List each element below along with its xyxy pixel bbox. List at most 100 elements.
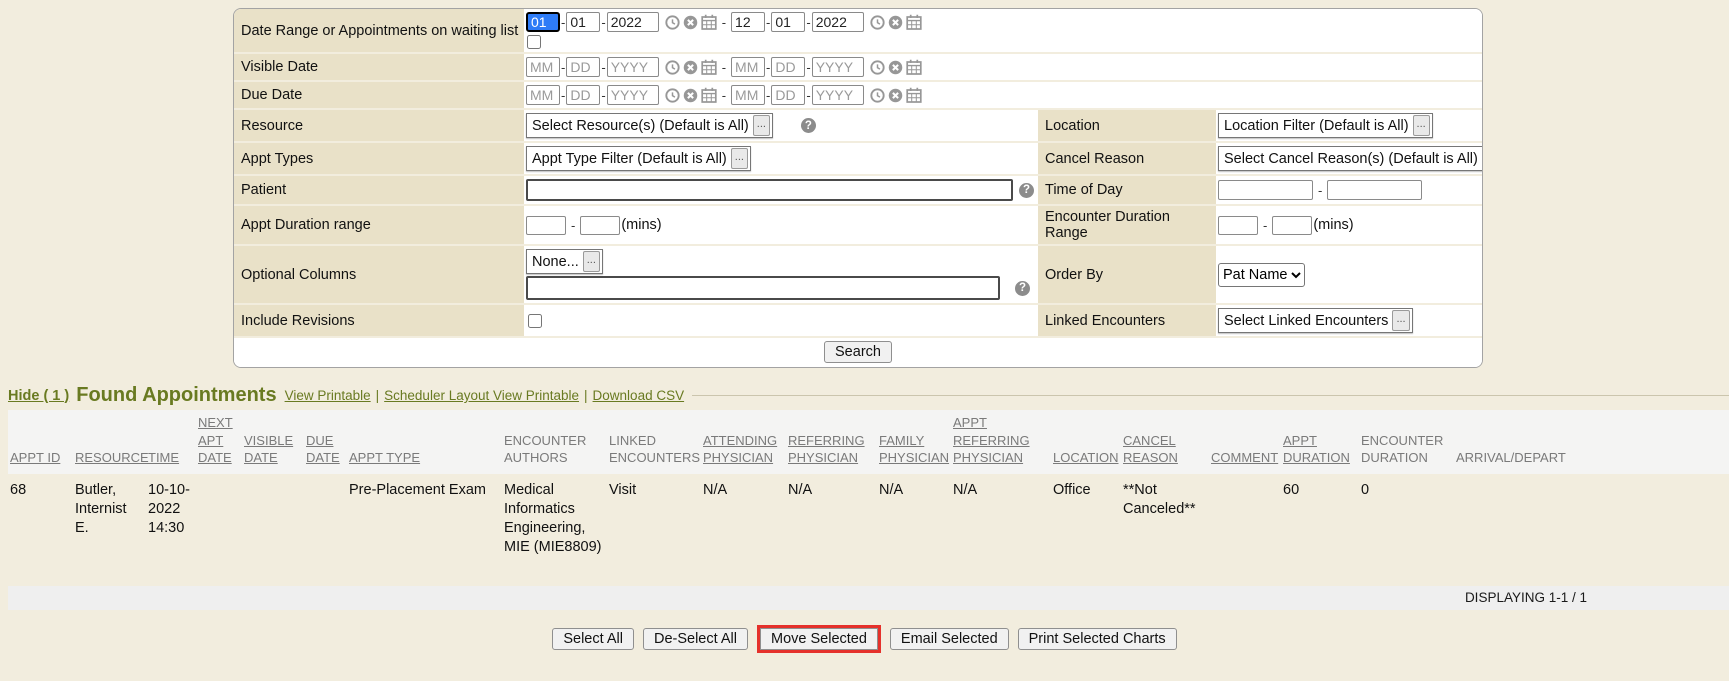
date-separator: -	[601, 15, 605, 30]
due-date-start-month-input[interactable]	[526, 85, 560, 105]
visible-date-end-month-input[interactable]	[731, 57, 765, 77]
order-by-label: Order By	[1038, 246, 1216, 303]
clear-icon[interactable]	[683, 15, 698, 30]
deselect-all-button[interactable]: De-Select All	[643, 628, 748, 650]
optional-columns-input[interactable]	[526, 276, 1000, 300]
table-row[interactable]: 68 Butler, Internist E. 10-10-2022 14:30…	[8, 474, 1729, 586]
clock-icon[interactable]	[665, 60, 680, 75]
date-range-end-month-input[interactable]	[731, 12, 765, 32]
appt-type-filter-box[interactable]: Appt Type Filter (Default is All) ...	[526, 146, 751, 171]
col-header-appt-referring-physician[interactable]: APPT REFERRING PHYSICIAN	[953, 415, 1030, 465]
calendar-icon[interactable]	[906, 59, 922, 75]
optional-columns-value: None...	[532, 254, 579, 270]
form-row-due-date: Due Date - - - - -	[234, 80, 1482, 108]
clock-icon[interactable]	[870, 15, 885, 30]
optional-columns-picker-button[interactable]: ...	[583, 251, 600, 272]
clock-icon[interactable]	[870, 60, 885, 75]
col-header-time[interactable]: TIME	[148, 450, 179, 465]
patient-input[interactable]	[526, 179, 1013, 201]
clear-icon[interactable]	[888, 88, 903, 103]
col-header-visible-date[interactable]: VISIBLE DATE	[244, 433, 293, 466]
location-picker-button[interactable]: ...	[1413, 115, 1430, 136]
appt-duration-min-input[interactable]	[526, 216, 566, 235]
clear-icon[interactable]	[888, 15, 903, 30]
col-header-referring-physician[interactable]: REFERRING PHYSICIAN	[788, 433, 865, 466]
col-header-family-physician[interactable]: FAMILY PHYSICIAN	[879, 433, 949, 466]
col-header-resource[interactable]: RESOURCE	[75, 450, 149, 465]
due-date-start-year-input[interactable]	[607, 85, 659, 105]
calendar-icon[interactable]	[906, 87, 922, 103]
cancel-reason-picker-button[interactable]: ...	[1482, 148, 1483, 169]
calendar-icon[interactable]	[906, 14, 922, 30]
select-all-button[interactable]: Select All	[552, 628, 634, 650]
appt-type-picker-button[interactable]: ...	[731, 148, 748, 169]
print-selected-charts-button[interactable]: Print Selected Charts	[1018, 628, 1177, 650]
visible-date-end-day-input[interactable]	[771, 57, 805, 77]
download-csv-link[interactable]: Download CSV	[593, 388, 685, 403]
clock-icon[interactable]	[870, 88, 885, 103]
cancel-reason-filter-box[interactable]: Select Cancel Reason(s) (Default is All)…	[1218, 146, 1483, 171]
found-appointments-heading: Hide ( 1 ) Found Appointments View Print…	[8, 384, 1729, 407]
resource-filter-box[interactable]: Select Resource(s) (Default is All) ...	[526, 113, 773, 138]
include-revisions-checkbox[interactable]	[528, 314, 542, 328]
email-selected-button[interactable]: Email Selected	[890, 628, 1009, 650]
cell-attending-physician: N/A	[701, 474, 786, 586]
view-printable-link[interactable]: View Printable	[285, 388, 371, 403]
encounter-duration-min-input[interactable]	[1218, 216, 1258, 235]
waiting-list-checkbox[interactable]	[527, 35, 541, 49]
date-range-start-month-input[interactable]	[526, 12, 560, 32]
date-range-end-day-input[interactable]	[771, 12, 805, 32]
visible-date-start-day-input[interactable]	[566, 57, 600, 77]
col-header-appt-duration[interactable]: APPT DURATION	[1283, 433, 1350, 466]
time-of-day-start-input[interactable]	[1218, 180, 1313, 200]
cell-comment	[1209, 474, 1281, 586]
clear-icon[interactable]	[888, 60, 903, 75]
due-date-start-day-input[interactable]	[566, 85, 600, 105]
patient-help-icon[interactable]: ?	[1019, 183, 1034, 198]
cell-appt-type: Pre-Placement Exam	[347, 474, 502, 586]
calendar-icon[interactable]	[701, 59, 717, 75]
col-header-appt-id[interactable]: APPT ID	[10, 450, 60, 465]
optional-columns-box[interactable]: None... ...	[526, 249, 603, 274]
date-icon-group	[870, 59, 922, 75]
clear-icon[interactable]	[683, 60, 698, 75]
due-date-end-year-input[interactable]	[812, 85, 864, 105]
due-date-end-month-input[interactable]	[731, 85, 765, 105]
resource-help-icon[interactable]: ?	[801, 118, 816, 133]
col-header-comment[interactable]: COMMENT	[1211, 450, 1278, 465]
col-header-appt-type[interactable]: APPT TYPE	[349, 450, 420, 465]
visible-date-start-month-input[interactable]	[526, 57, 560, 77]
hide-results-link[interactable]: Hide ( 1 )	[8, 388, 69, 404]
due-date-end-day-input[interactable]	[771, 85, 805, 105]
col-header-attending-physician[interactable]: ATTENDING PHYSICIAN	[703, 433, 777, 466]
resource-picker-button[interactable]: ...	[753, 115, 770, 136]
clear-icon[interactable]	[683, 88, 698, 103]
location-filter-box[interactable]: Location Filter (Default is All) ...	[1218, 113, 1433, 138]
clock-icon[interactable]	[665, 15, 680, 30]
scheduler-layout-view-printable-link[interactable]: Scheduler Layout View Printable	[384, 388, 579, 403]
col-header-cancel-reason[interactable]: CANCEL REASON	[1123, 433, 1178, 466]
time-of-day-end-input[interactable]	[1327, 180, 1422, 200]
clock-icon[interactable]	[665, 88, 680, 103]
calendar-icon[interactable]	[701, 14, 717, 30]
calendar-icon[interactable]	[701, 87, 717, 103]
date-range-start-year-input[interactable]	[607, 12, 659, 32]
cell-appt-duration: 60	[1281, 474, 1359, 586]
col-header-location[interactable]: LOCATION	[1053, 450, 1119, 465]
order-by-select[interactable]: Pat Name	[1218, 263, 1305, 287]
linked-encounters-box[interactable]: Select Linked Encounters ...	[1218, 308, 1413, 333]
col-header-due-date[interactable]: DUE DATE	[306, 433, 340, 466]
date-range-end-year-input[interactable]	[812, 12, 864, 32]
date-separator: -	[561, 88, 565, 103]
linked-encounters-picker-button[interactable]: ...	[1392, 310, 1409, 331]
col-header-next-apt-date[interactable]: NEXT APT DATE	[198, 415, 233, 465]
optional-columns-help-icon[interactable]: ?	[1015, 281, 1030, 296]
visible-date-start-year-input[interactable]	[607, 57, 659, 77]
encounter-duration-max-input[interactable]	[1272, 216, 1312, 235]
appt-duration-max-input[interactable]	[580, 216, 620, 235]
range-separator: -	[722, 60, 726, 75]
date-range-start-day-input[interactable]	[566, 12, 600, 32]
visible-date-end-year-input[interactable]	[812, 57, 864, 77]
search-button[interactable]: Search	[824, 341, 892, 363]
move-selected-button[interactable]: Move Selected	[760, 628, 878, 650]
